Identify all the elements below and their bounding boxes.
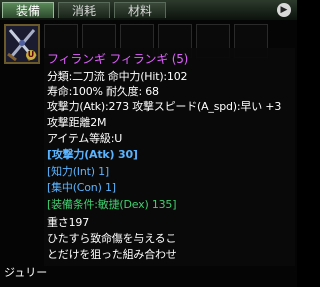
inventory-window: 装備 消耗 材料 ▶ U フィランギ フィランギ (5) 分類:二刀流 命中力(… (0, 0, 297, 287)
tab-bar: 装備 消耗 材料 ▶ (0, 0, 297, 20)
item-stat-line: 分類:二刀流 命中力(Hit):102 (47, 70, 188, 83)
triangle-right-icon: ▶ (280, 5, 288, 15)
item-bonus-line: [集中(Con) 1] (47, 181, 116, 194)
item-stat-line: 攻撃力(Atk):273 攻撃スピード(A_spd):早い +3 (47, 100, 282, 113)
item-name: フィランギ フィランギ (5) (47, 52, 189, 66)
item-weight-line: 重さ197 (47, 216, 89, 229)
tab-equipment[interactable]: 装備 (2, 2, 54, 18)
item-stat-line: 寿命:100% 耐久度: 68 (47, 85, 159, 98)
character-name: ジュリー (4, 266, 48, 279)
item-stat-line: 攻撃距離2M (47, 116, 107, 129)
tab-materials[interactable]: 材料 (114, 2, 166, 18)
tab-consumables[interactable]: 消耗 (58, 2, 110, 18)
item-bonus-line: [攻撃力(Atk) 30] (47, 148, 138, 161)
character-row: ジュリー (0, 260, 297, 287)
item-bonus-line: [知力(Int) 1] (47, 165, 109, 178)
item-tooltip: フィランギ フィランギ (5) 分類:二刀流 命中力(Hit):102 寿命:1… (44, 48, 295, 266)
unique-grade-badge: U (26, 50, 36, 60)
next-page-button[interactable]: ▶ (277, 3, 291, 17)
item-description-line: ひたすら致命傷を与えるこ (47, 232, 177, 245)
item-requirement-line: [装備条件:敏捷(Dex) 135] (47, 198, 177, 211)
item-stat-line: アイテム等級:U (47, 132, 123, 145)
